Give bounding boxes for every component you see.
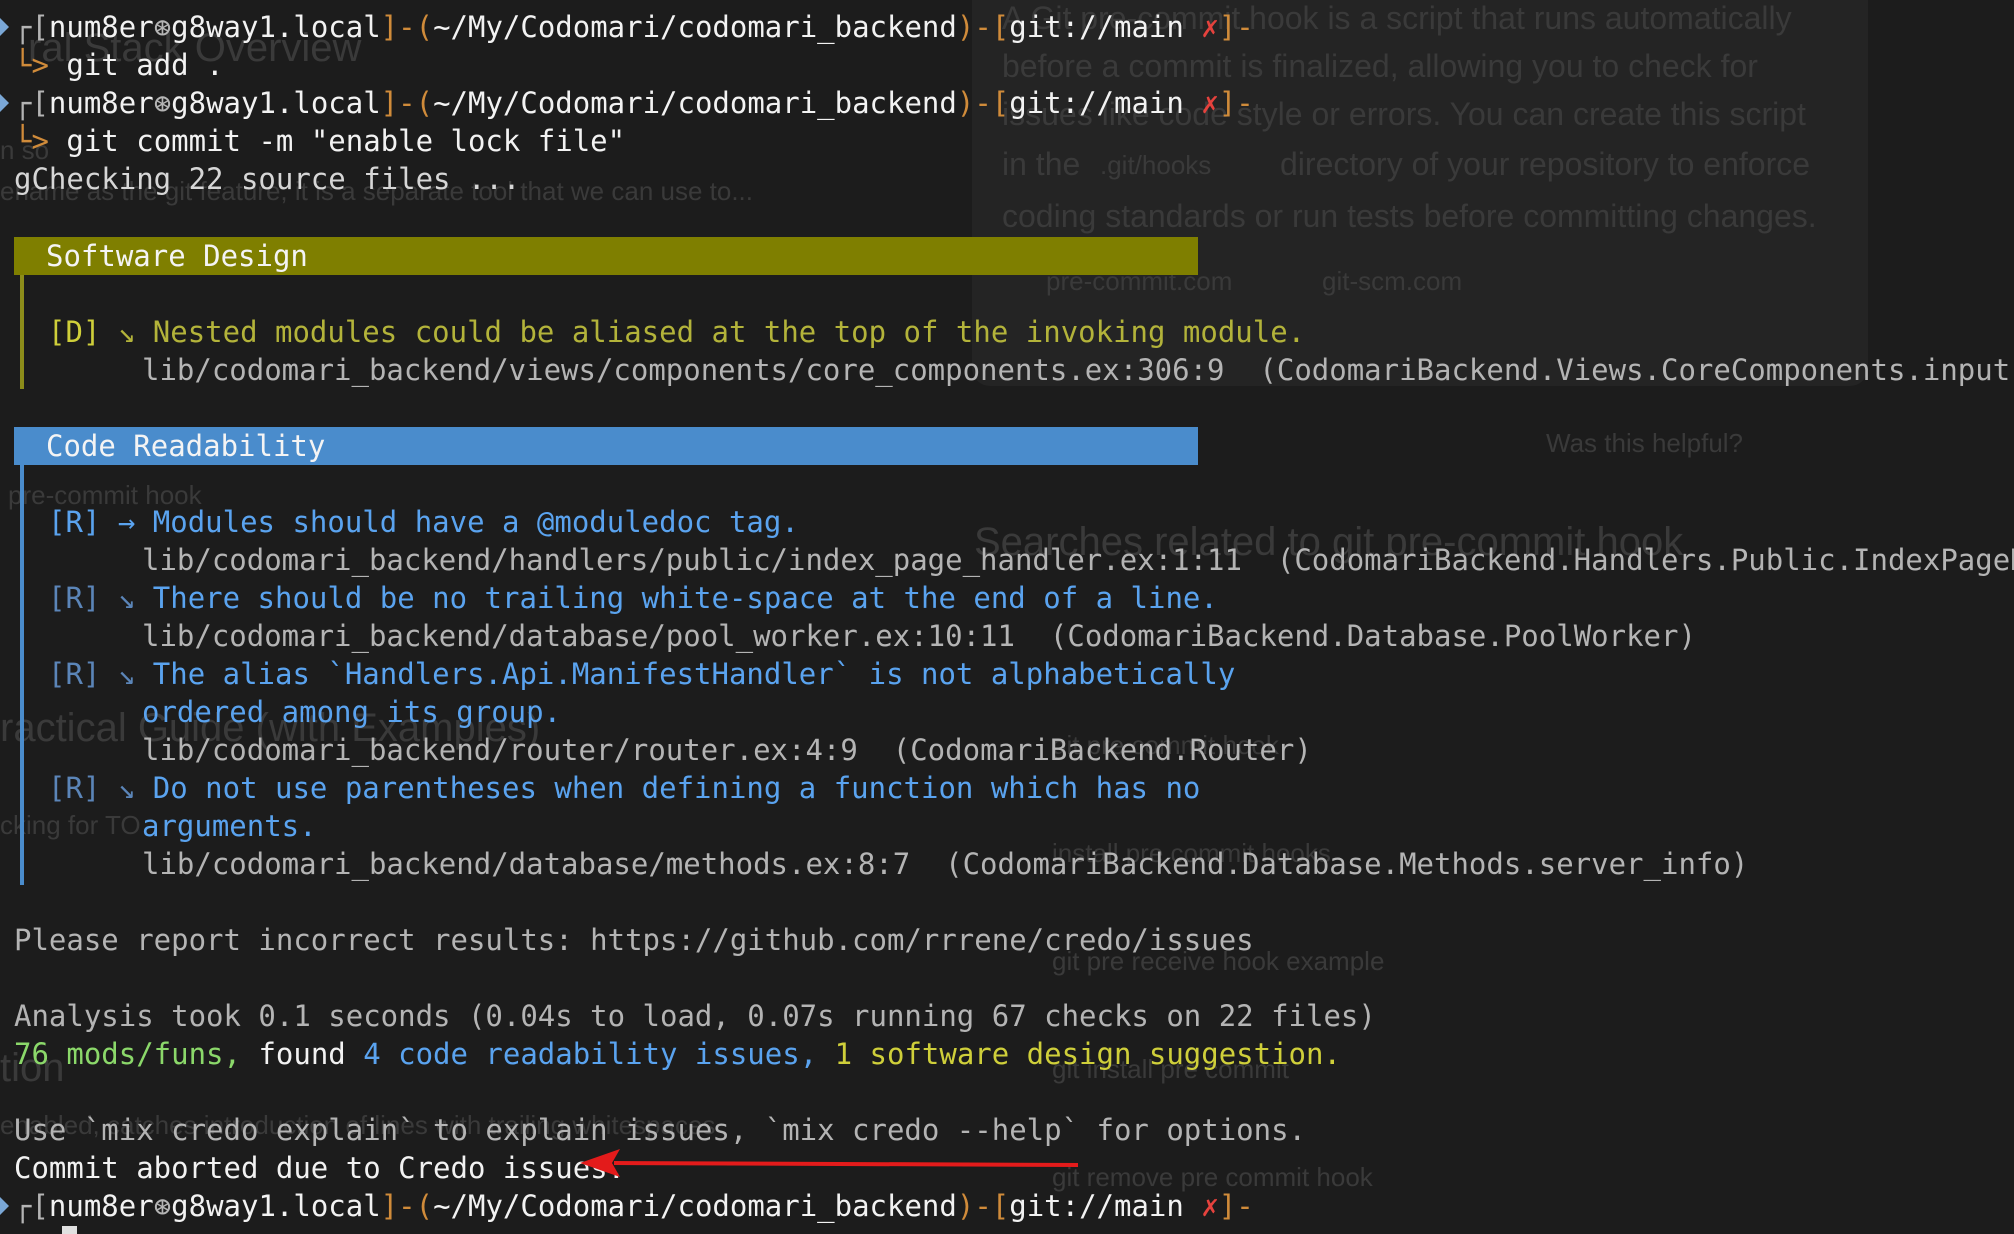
issue-message-continued: arguments. <box>142 809 317 843</box>
prompt-marker-icon <box>0 18 9 36</box>
prompt-host: g8way1.local <box>171 10 381 44</box>
analysis-line: Analysis took 0.1 seconds (0.04s to load… <box>14 999 1376 1033</box>
help-line: Use `mix credo explain` to explain issue… <box>14 1113 1307 1147</box>
answer-line: directory of your repository to enforce <box>1280 146 1811 182</box>
shell-prompt: ┌[num8er⊛g8way1.local]-(~/My/Codomari/co… <box>14 1189 1254 1223</box>
text-cursor[interactable] <box>62 1226 77 1234</box>
source-link[interactable]: git-scm.com <box>1322 266 1462 297</box>
helpful-prompt: Was this helpful? <box>1546 428 1744 458</box>
dirty-marker-icon: ✗ <box>1201 10 1219 44</box>
issue-location: lib/codomari_backend/database/pool_worke… <box>142 619 1696 653</box>
issue-location: lib/codomari_backend/views/components/co… <box>142 353 2014 387</box>
issue-location: lib/codomari_backend/router/router.ex:4:… <box>142 733 1312 767</box>
summary-line: 76 mods/funs, found 4 code readability i… <box>14 1037 1341 1071</box>
prompt-marker-icon <box>0 1197 9 1215</box>
section-header-code-readability: Code Readability <box>14 427 1198 465</box>
annotation-arrow-icon <box>580 1149 1079 1177</box>
prompt-branch: main <box>1114 10 1184 44</box>
issue-location: lib/codomari_backend/handlers/public/ind… <box>142 543 2014 577</box>
section-gutter <box>20 465 24 885</box>
shell-prompt: ┌[num8er⊛g8way1.local]-(~/My/Codomari/co… <box>14 10 1254 44</box>
prompt-marker-icon <box>0 94 9 112</box>
issue-tag: [R] <box>48 771 101 805</box>
command-text: git add . <box>66 48 224 82</box>
issue-tag: [R] <box>48 505 101 539</box>
dirty-marker-icon: ✗ <box>1201 86 1219 120</box>
issue-location: lib/codomari_backend/database/methods.ex… <box>142 847 1749 881</box>
dirty-marker-icon: ✗ <box>1201 1189 1219 1223</box>
prompt-user: num8er <box>48 10 154 44</box>
issue-message: [R] ↘ The alias `Handlers.Api.ManifestHa… <box>48 657 1236 691</box>
shell-prompt: ┌[num8er⊛g8way1.local]-(~/My/Codomari/co… <box>14 86 1254 120</box>
summary-mods: 76 mods/funs, <box>14 1037 241 1071</box>
answer-line: before a commit is finalized, allowing y… <box>1002 48 1758 84</box>
priority-arrow-icon: ↘ <box>117 657 136 691</box>
terminal-window[interactable]: A Git pre-commit hook is a script that r… <box>0 0 2014 1234</box>
issue-tag: [R] <box>48 581 101 615</box>
priority-arrow-icon: ↘ <box>117 581 136 615</box>
checking-output: gChecking 22 source files ... <box>14 162 521 196</box>
issue-message: [R] ↘ Do not use parentheses when defini… <box>48 771 1201 805</box>
issue-tag: [R] <box>48 657 101 691</box>
command-text: git commit -m "enable lock file" <box>66 124 626 158</box>
issue-message: [R] → Modules should have a @moduledoc t… <box>48 505 799 539</box>
aborted-line: Commit aborted due to Credo issues. <box>14 1151 626 1185</box>
answer-code: .git/hooks <box>1100 150 1212 180</box>
command-line: └> git add . <box>14 48 224 82</box>
priority-arrow-icon: ↘ <box>117 771 136 805</box>
issue-message: [R] ↘ There should be no trailing white-… <box>48 581 1218 615</box>
section-gutter <box>20 275 24 389</box>
section-header-software-design: Software Design <box>14 237 1198 275</box>
command-line: └> git commit -m "enable lock file" <box>14 124 626 158</box>
report-line: Please report incorrect results: https:/… <box>14 923 1254 957</box>
summary-readability: 4 code readability issues, <box>363 1037 818 1071</box>
answer-line: in the <box>1002 146 1081 182</box>
priority-arrow-icon: ↘ <box>117 315 136 349</box>
priority-arrow-icon: → <box>117 505 136 539</box>
issue-message-continued: ordered among its group. <box>142 695 562 729</box>
summary-design: 1 software design suggestion. <box>817 1037 1341 1071</box>
issue-message: [D] ↘ Nested modules could be aliased at… <box>48 315 1306 349</box>
answer-line: coding standards or run tests before com… <box>1002 198 1817 234</box>
prompt-path: ~/My/Codomari/codomari_backend <box>433 10 957 44</box>
issue-tag: [D] <box>48 315 101 349</box>
